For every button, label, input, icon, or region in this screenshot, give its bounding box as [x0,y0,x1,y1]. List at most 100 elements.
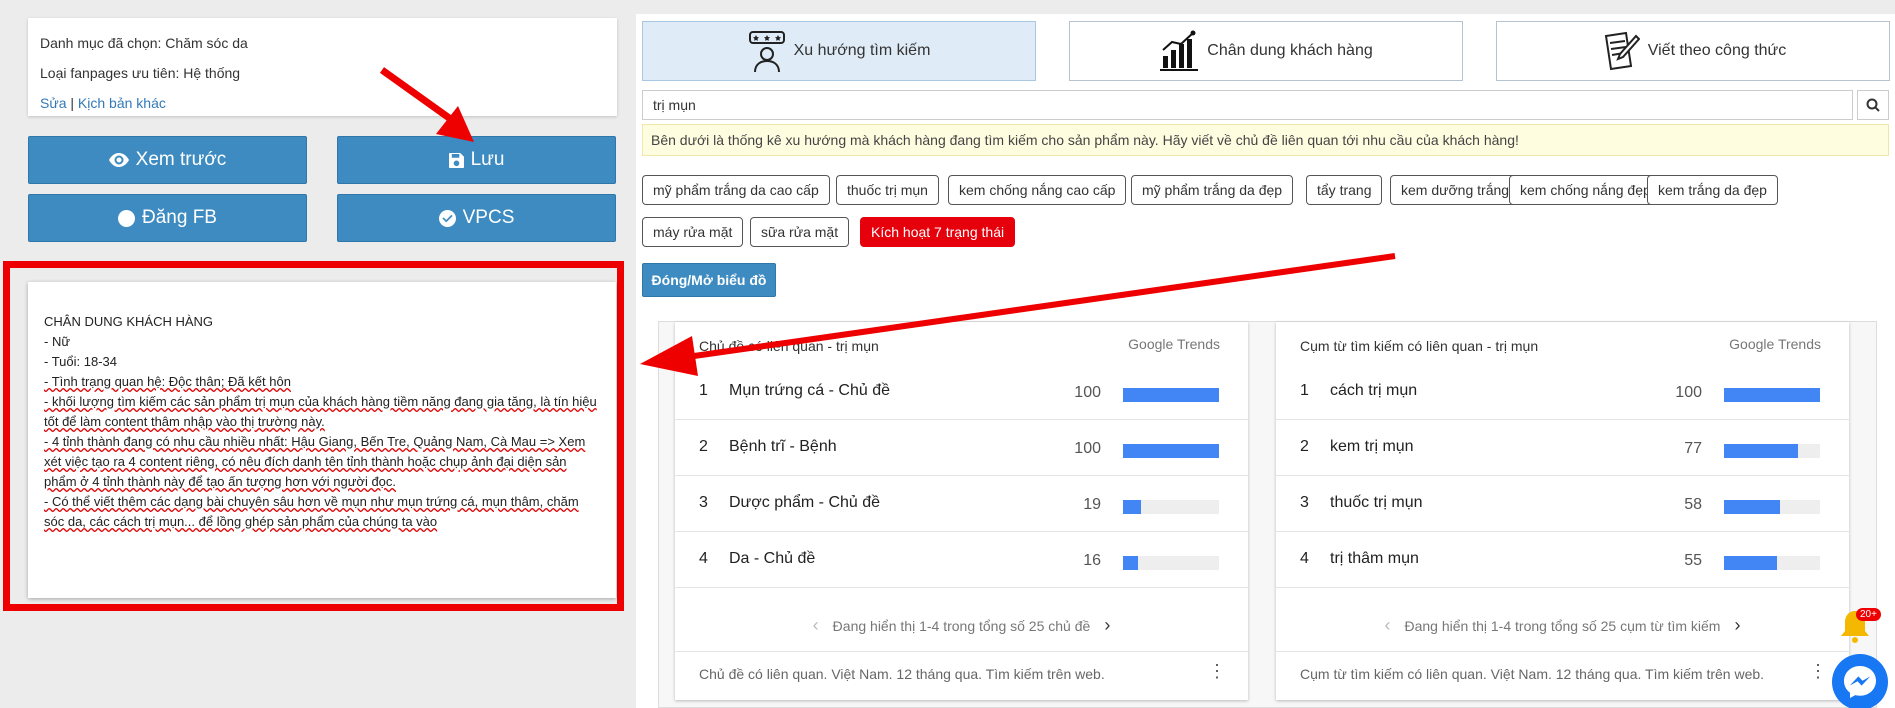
note-line: - Tuổi: 18-34 [44,354,117,369]
table-row[interactable]: 4 trị thâm mụn 55 [1276,532,1849,588]
row-rank: 3 [699,494,708,511]
annotation-arrow-save [379,67,474,142]
note-line: - 4 tỉnh thành đang có nhu cầu nhiều nhấ… [44,434,586,489]
note-line: - Tình trạng quan hệ: Độc thân; Đã kết h… [44,374,291,389]
row-label: cách trị mụn [1330,382,1418,399]
keyword-tag[interactable]: tẩy trang [1306,175,1383,205]
tab-label: Viết theo công thức [1647,42,1787,59]
row-label: Dược phẩm - Chủ đề [729,494,881,511]
annotation-arrow-profile [640,253,1396,376]
search-input[interactable]: trị mụn [642,90,1853,120]
keyword-tag[interactable]: mỹ phẩm trắng da cao cấp [642,175,830,205]
edit-link[interactable]: Sửa [40,95,67,111]
row-rank: 3 [1300,494,1309,511]
preview-button[interactable]: Xem trước [28,136,307,184]
widget-source: Chủ đề có liên quan. Việt Nam. 12 tháng … [699,666,1105,682]
tab-customer-profile[interactable]: Chân dung khách hàng [1069,21,1463,81]
vpcs-button[interactable]: VPCS [337,194,616,242]
search-button[interactable] [1857,90,1889,120]
row-label: Mụn trứng cá - Chủ đề [729,382,891,399]
selection-info-card: Danh mục đã chọn: Chăm sóc da Loại fanpa… [28,18,617,116]
messenger-button[interactable] [1832,654,1888,708]
post-fb-label: Đăng FB [142,207,217,228]
table-row[interactable]: 3 Dược phẩm - Chủ đề 19 [675,476,1248,532]
next-page-icon[interactable]: › [1734,615,1740,636]
value-bar [1123,388,1219,402]
value-bar [1123,444,1219,458]
tab-label: Chân dung khách hàng [1207,42,1373,59]
pagination-text: Đang hiển thị 1-4 trong tổng số 25 chủ đ… [832,617,1091,634]
row-value: 100 [1074,440,1101,457]
row-rank: 4 [1300,550,1309,567]
note-line: - Có thể viết thêm các dạng bài chuyên s… [44,494,579,529]
row-value: 100 [1675,384,1702,401]
prev-page-icon[interactable]: ‹ [1385,615,1391,636]
keyword-tag[interactable]: kem dưỡng trắng [1390,175,1521,205]
value-bar [1123,500,1219,514]
keyword-tag[interactable]: thuốc trị mụn [836,175,939,205]
check-circle-icon [438,209,456,227]
row-value: 19 [1083,496,1101,513]
table-row[interactable]: 2 Bệnh trĩ - Bệnh 100 [675,420,1248,476]
tab-write-formula[interactable]: Viết theo công thức [1496,21,1890,81]
note-line: - khối lượng tìm kiếm các sản phẩm trị m… [44,394,597,429]
row-value: 77 [1684,440,1702,457]
row-rank: 1 [699,382,708,399]
row-label: Da - Chủ đề [729,550,816,567]
table-row[interactable]: 4 Da - Chủ đề 16 [675,532,1248,588]
tab-search-trends[interactable]: Xu hướng tìm kiếm [642,21,1036,81]
pagination: ‹ Đang hiển thị 1-4 trong tổng số 25 cụm… [1276,600,1849,652]
table-row[interactable]: 2 kem trị mụn 77 [1276,420,1849,476]
post-fb-button[interactable]: Đăng FB [28,194,307,242]
messenger-icon [1844,666,1876,698]
next-page-icon[interactable]: › [1104,615,1110,636]
keyword-tag[interactable]: mỹ phẩm trắng da đẹp [1131,175,1294,205]
google-trends-logo: Google Trends [1729,336,1821,352]
keyword-tag[interactable]: kem chống nắng đẹp [1509,175,1662,205]
row-label: kem trị mụn [1330,438,1414,455]
left-panel: Danh mục đã chọn: Chăm sóc da Loại fanpa… [0,0,640,708]
row-value: 100 [1074,384,1101,401]
notification-badge: 20+ [1856,608,1881,621]
bar-chart-icon [1160,30,1199,71]
row-label: trị thâm mụn [1330,550,1419,567]
preview-label: Xem trước [135,149,227,170]
row-rank: 2 [1300,438,1309,455]
info-alert: Bên dưới là thống kê xu hướng mà khách h… [642,124,1889,156]
eye-icon [108,153,129,167]
more-options-icon[interactable]: ⋮ [1208,662,1226,680]
search-icon [1866,98,1880,112]
row-label: Bệnh trĩ - Bệnh [729,438,837,455]
row-value: 16 [1083,552,1101,569]
prev-page-icon[interactable]: ‹ [813,615,819,636]
save-label: Lưu [470,149,505,170]
category-line: Danh mục đã chọn: Chăm sóc da [40,35,248,51]
widget-source: Cụm từ tìm kiếm có liên quan. Việt Nam. … [1300,666,1765,682]
fanpage-line: Loại fanpages ưu tiên: Hệ thống [40,65,241,81]
link-separator: | [70,95,75,111]
row-rank: 4 [699,550,708,567]
row-value: 58 [1684,496,1702,513]
value-bar [1724,556,1820,570]
note-heading: CHÂN DUNG KHÁCH HÀNG [44,314,214,329]
value-bar [1123,556,1219,570]
row-rank: 1 [1300,382,1309,399]
clock-icon [118,209,135,227]
document-pen-icon [1604,31,1640,71]
value-bar [1724,444,1820,458]
keyword-tag[interactable]: kem trắng da đẹp [1647,175,1778,205]
table-row[interactable]: 3 thuốc trị mụn 58 [1276,476,1849,532]
customer-profile-note[interactable]: CHÂN DUNG KHÁCH HÀNG - Nữ - Tuổi: 18-34 … [28,282,616,598]
value-bar [1724,388,1820,402]
value-bar [1724,500,1820,514]
other-script-link[interactable]: Kịch bản khác [78,95,166,111]
info-links: Sửa | Kịch bản khác [40,88,605,118]
keyword-tag[interactable]: kem chống nắng cao cấp [948,175,1127,205]
more-options-icon[interactable]: ⋮ [1809,662,1827,680]
floppy-disk-icon [448,152,464,168]
vpcs-label: VPCS [462,207,515,228]
people-rating-icon [748,31,785,73]
note-line: - Nữ [44,334,71,349]
row-value: 55 [1684,552,1702,569]
pagination: ‹ Đang hiển thị 1-4 trong tổng số 25 chủ… [675,600,1248,652]
